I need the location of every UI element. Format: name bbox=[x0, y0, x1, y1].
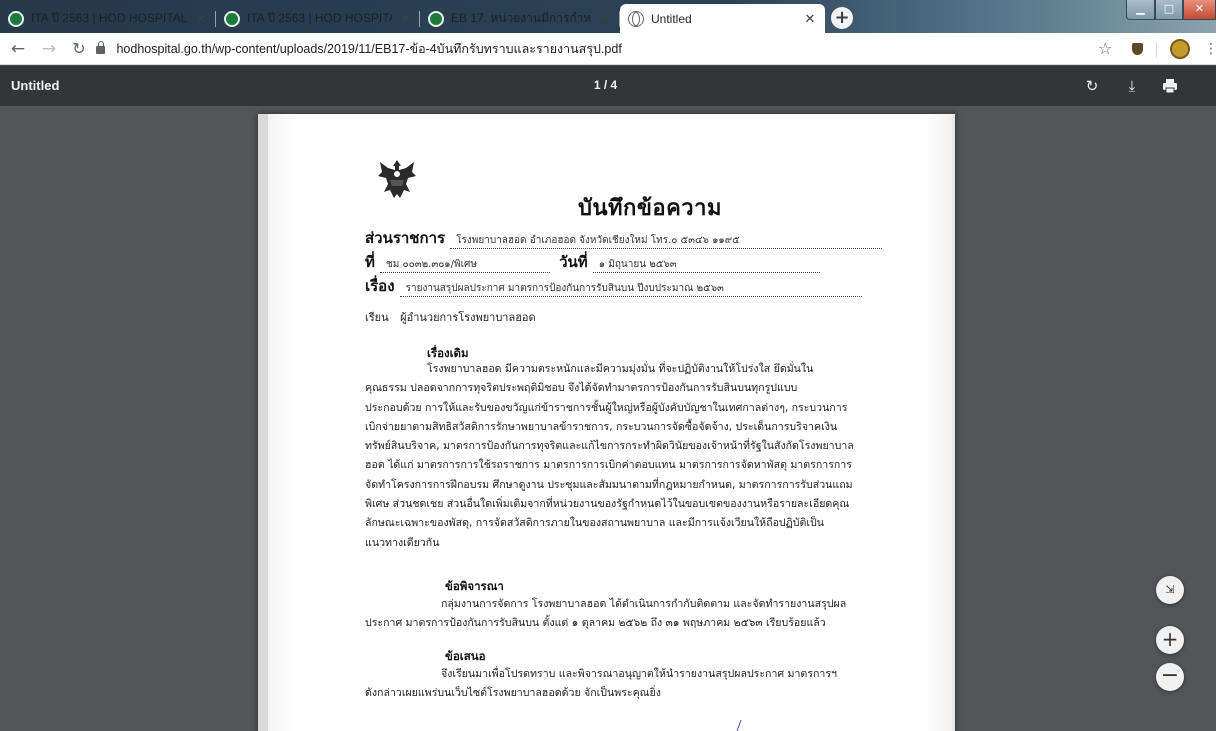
fit-page-icon: ⇲ bbox=[1165, 583, 1175, 596]
close-icon: ✕ bbox=[1194, 2, 1205, 15]
maximize-icon: □ bbox=[1163, 2, 1175, 15]
reload-button[interactable]: ↻ bbox=[67, 38, 91, 60]
date-label: วันที่ bbox=[559, 253, 588, 271]
browser-toolbar: ← → ↻ hodhospital.go.th/wp-content/uploa… bbox=[0, 33, 1216, 65]
download-button[interactable]: ⤓ bbox=[1122, 76, 1142, 96]
back-button[interactable]: ← bbox=[6, 38, 30, 60]
reference-value: ชม ๐๐๓๒.๓๐๑/พิเศษ bbox=[379, 257, 550, 273]
address-bar[interactable]: hodhospital.go.th/wp-content/uploads/201… bbox=[96, 38, 1106, 60]
tab-title: Untitled bbox=[651, 11, 692, 26]
tab-close-icon[interactable]: ✕ bbox=[598, 11, 612, 27]
rotate-button[interactable]: ↻ bbox=[1082, 76, 1102, 96]
window-close-button[interactable]: ✕ bbox=[1183, 0, 1216, 20]
pdf-document-area[interactable]: บันทึกข้อความ ส่วนราชการ โรงพยาบาลฮอด อำ… bbox=[0, 106, 1216, 731]
paragraph-line: โรงพยาบาลฮอด มีความตระหนักและมีความมุ่งม… bbox=[427, 363, 814, 375]
hospital-favicon-icon bbox=[224, 10, 240, 27]
salutation: เรียน ผู้อำนวยการโรงพยาบาลฮอด bbox=[365, 308, 536, 326]
paragraph-line: กลุ่มงานการจัดการ โรงพยาบาลฮอด ได้ดำเนิน… bbox=[441, 598, 847, 610]
reference-label: ที่ bbox=[365, 253, 375, 271]
reference-row: ที่ ชม ๐๐๓๒.๓๐๑/พิเศษ วันที่ ๑ มิถุนายน … bbox=[365, 250, 820, 274]
reload-icon: ↻ bbox=[72, 39, 86, 58]
lock-icon bbox=[96, 41, 105, 54]
department-value: โรงพยาบาลฮอด อำเภอฮอด จังหวัดเชียงใหม่ โ… bbox=[450, 233, 883, 249]
subject-value: รายงานสรุปผลประกาศ มาตรการป้องกันการรับส… bbox=[399, 281, 862, 297]
section-body-background: โรงพยาบาลฮอด มีความตระหนักและมีความมุ่งม… bbox=[365, 360, 913, 553]
globe-icon bbox=[628, 10, 644, 27]
paragraph-line: ลักษณะเฉพาะของพัสดุ, การจัดสวัสดิการภายใ… bbox=[365, 517, 824, 530]
paragraph-line: เบิกจ่ายยาตามสิทธิสวัสดิการรักษาพยาบาลข้… bbox=[365, 420, 838, 433]
printer-icon bbox=[1163, 79, 1177, 94]
pdf-toolbar: Untitled 1 / 4 ↻ ⤓ bbox=[0, 66, 1216, 106]
subject-row: เรื่อง รายงานสรุปผลประกาศ มาตรการป้องกัน… bbox=[365, 274, 862, 298]
paragraph-line: ทรัพย์สินบริจาค, มาตรการป้องกันการทุจริต… bbox=[365, 440, 854, 453]
section-heading-consideration: ข้อพิจารณา bbox=[445, 579, 504, 593]
paragraph-line: พิเศษ ส่วนชดเชย ส่วนอื่นใดเพิ่มเติมจากที… bbox=[365, 498, 850, 511]
fit-to-page-button[interactable]: ⇲ bbox=[1156, 576, 1184, 604]
hospital-favicon-icon bbox=[428, 10, 444, 27]
minimize-icon: ▁ bbox=[1136, 2, 1145, 15]
browser-tab-2[interactable]: ITA ปี 2563 | HOD HOSPITAL ✕ bbox=[216, 4, 420, 33]
tab-title: ITA ปี 2563 | HOD HOSPITAL bbox=[247, 11, 392, 25]
bookmark-star-icon[interactable]: ☆ bbox=[1098, 38, 1112, 60]
garuda-emblem-icon bbox=[378, 160, 416, 198]
pdf-page: บันทึกข้อความ ส่วนราชการ โรงพยาบาลฮอด อำ… bbox=[258, 114, 955, 731]
window-maximize-button[interactable]: □ bbox=[1155, 0, 1183, 20]
tab-close-icon[interactable]: ✕ bbox=[803, 11, 817, 27]
menu-kebab-icon[interactable]: ⋮ bbox=[1204, 39, 1216, 59]
section-heading-proposal: ข้อเสนอ bbox=[445, 649, 486, 663]
paragraph-line: ประกาศ มาตรการป้องกันการรับสินบน ตั้งแต่… bbox=[365, 617, 826, 630]
date-value: ๑ มิถุนายน ๒๕๖๓ bbox=[592, 257, 820, 273]
section-body-consideration: กลุ่มงานการจัดการ โรงพยาบาลฮอด ได้ดำเนิน… bbox=[365, 595, 913, 634]
rotate-icon: ↻ bbox=[1085, 77, 1099, 95]
toolbar-divider bbox=[1156, 42, 1157, 58]
window-minimize-button[interactable]: ▁ bbox=[1126, 0, 1155, 20]
url-text: hodhospital.go.th/wp-content/uploads/201… bbox=[116, 42, 622, 56]
tab-close-icon[interactable]: ✕ bbox=[194, 11, 208, 27]
zoom-in-button[interactable]: + bbox=[1156, 626, 1184, 654]
subject-label: เรื่อง bbox=[365, 277, 395, 295]
paragraph-line: จัดทำโครงการการฝึกอบรม ศึกษาดูงาน ประชุม… bbox=[365, 478, 853, 491]
browser-tab-active[interactable]: Untitled ✕ bbox=[620, 4, 825, 33]
hospital-favicon-icon bbox=[8, 10, 24, 27]
arrow-left-icon: ← bbox=[10, 39, 26, 59]
department-label: ส่วนราชการ bbox=[365, 229, 446, 247]
paragraph-line: ประกอบด้วย การให้และรับของขวัญแก่ข้าราชก… bbox=[365, 401, 848, 414]
section-body-proposal: จึงเรียนมาเพื่อโปรดทราบ และพิจารณาอนุญาต… bbox=[365, 665, 913, 704]
memo-title: บันทึกข้อความ bbox=[578, 196, 723, 221]
department-row: ส่วนราชการ โรงพยาบาลฮอด อำเภอฮอด จังหวัด… bbox=[365, 226, 883, 250]
tab-close-icon[interactable]: ✕ bbox=[398, 11, 412, 27]
salutation-label: เรียน bbox=[365, 311, 389, 324]
tab-title: ITA ปี 2563 | HOD HOSPITAL bbox=[31, 11, 188, 25]
browser-tab-3[interactable]: EB 17. หน่วยงานมีการกำหนด มาตรการ ✕ bbox=[420, 4, 620, 33]
browser-tab-1[interactable]: ITA ปี 2563 | HOD HOSPITAL ✕ bbox=[0, 4, 216, 33]
paragraph-line: ดังกล่าวเผยแพร่บนเว็บไซต์โรงพยาบาลฮอดด้ว… bbox=[365, 687, 661, 700]
tab-title: EB 17. หน่วยงานมีการกำหนด มาตรการ bbox=[451, 11, 592, 25]
page-indicator: 1 / 4 bbox=[593, 78, 618, 92]
profile-avatar-icon[interactable] bbox=[1170, 39, 1190, 59]
paragraph-line: คุณธรรม ปลอดจากการทุจริตประพฤติมิชอบ จึง… bbox=[365, 382, 798, 395]
new-tab-button[interactable]: + bbox=[831, 7, 853, 29]
arrow-right-icon: → bbox=[41, 39, 57, 59]
paragraph-line: ฮอด ได้แก่ มาตรการการใช้รถราชการ มาตรการ… bbox=[365, 459, 852, 472]
paragraph-line: จึงเรียนมาเพื่อโปรดทราบ และพิจารณาอนุญาต… bbox=[441, 668, 838, 680]
download-icon: ⤓ bbox=[1128, 77, 1136, 95]
forward-button[interactable]: → bbox=[37, 38, 61, 60]
salutation-value: ผู้อำนวยการโรงพยาบาลฮอด bbox=[400, 311, 536, 324]
paragraph-line: แนวทางเดียวกัน bbox=[365, 536, 440, 549]
extension-shield-icon[interactable] bbox=[1132, 43, 1143, 55]
tab-strip: ITA ปี 2563 | HOD HOSPITAL ✕ ITA ปี 2563… bbox=[0, 0, 1216, 33]
zoom-out-button[interactable]: − bbox=[1156, 663, 1184, 691]
print-button[interactable] bbox=[1160, 76, 1180, 96]
